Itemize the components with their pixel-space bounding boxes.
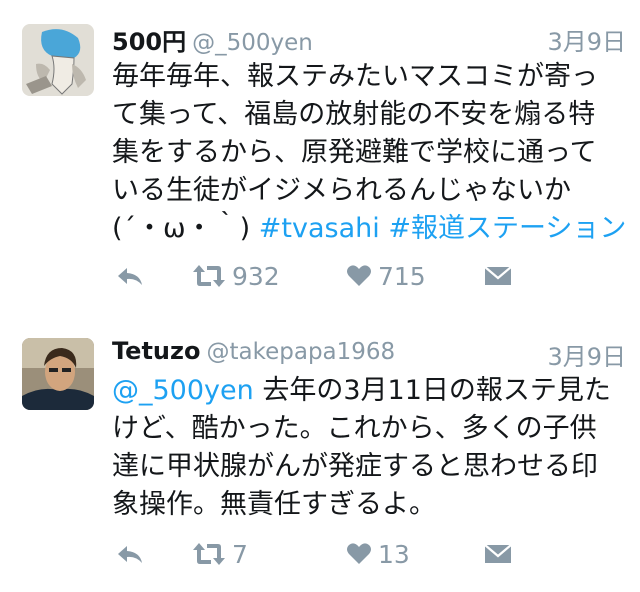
avatar[interactable] <box>22 24 94 96</box>
retweet-button[interactable]: 7 <box>192 536 248 572</box>
heart-icon <box>347 265 371 286</box>
tweet[interactable]: 500円 @_500yen 3月9日 毎年毎年、報ステみたいマスコミが寄っ て集っ… <box>0 0 640 310</box>
tweet-actions: 932 715 <box>112 258 612 294</box>
avatar-photo <box>22 338 94 410</box>
like-button[interactable]: 715 <box>346 258 426 294</box>
envelope-icon <box>484 266 512 285</box>
direct-message-button[interactable] <box>484 536 512 572</box>
tweet-date[interactable]: 3月9日 <box>547 22 626 57</box>
avatar[interactable] <box>22 338 94 410</box>
tweet-text-line: 集をするから、原発避難で学校に通って <box>112 137 597 168</box>
reply-arrow-icon <box>118 268 142 285</box>
envelope-icon <box>484 544 512 563</box>
like-count: 13 <box>378 539 410 569</box>
tweet-text-line: て集って、福島の放射能の不安を煽る特 <box>112 99 596 130</box>
tweet-text-fragment: 去年の3月11日の報ステ見た <box>262 375 611 406</box>
display-name[interactable]: Tetuzo <box>112 337 200 365</box>
tweet-header: Tetuzo @takepapa1968 3月9日 <box>112 337 626 371</box>
tweet-date[interactable]: 3月9日 <box>547 337 626 372</box>
like-count: 715 <box>378 261 426 291</box>
tweet[interactable]: Tetuzo @takepapa1968 3月9日 @_500yen 去年の3月1… <box>0 320 640 592</box>
kaomoji-text: (´・ω・｀) <box>112 213 251 244</box>
tweet-text: 毎年毎年、報ステみたいマスコミが寄っ て集って、福島の放射能の不安を煽る特 集を… <box>112 58 628 248</box>
hashtag-link[interactable]: #tvasahi <box>259 213 380 244</box>
tweet-header: 500円 @_500yen 3月9日 <box>112 22 626 56</box>
tweet-text-line: (´・ω・｀) #tvasahi #報道ステーション <box>112 210 628 248</box>
avatar-illustration <box>22 24 94 96</box>
tweet-text: @_500yen 去年の3月11日の報ステ見た けど、酷かった。これから、多くの… <box>112 372 628 524</box>
user-handle[interactable]: @takepapa1968 <box>206 339 395 365</box>
like-button[interactable]: 13 <box>346 536 410 572</box>
tweet-text-line: 達に甲状腺がんが発症すると思わせる印 <box>112 451 598 482</box>
tweet-text-line: @_500yen 去年の3月11日の報ステ見た <box>112 372 628 410</box>
tweet-text-line: 象操作。無責任すぎるよ。 <box>112 489 436 520</box>
reply-button[interactable] <box>116 258 144 294</box>
reply-button[interactable] <box>116 536 144 572</box>
mention-link[interactable]: @_500yen <box>112 375 254 406</box>
tweet-text-line: いる生徒がイジメられるんじゃないか <box>112 175 571 206</box>
tweet-actions: 7 13 <box>112 536 612 572</box>
retweet-count: 932 <box>232 261 280 291</box>
tweet-text-line: 毎年毎年、報ステみたいマスコミが寄っ <box>112 61 598 92</box>
retweet-icon <box>193 543 225 565</box>
heart-icon <box>347 543 371 564</box>
retweet-button[interactable]: 932 <box>192 258 280 294</box>
tweet-text-line: けど、酷かった。これから、多くの子供 <box>112 413 597 444</box>
direct-message-button[interactable] <box>484 258 512 294</box>
reply-arrow-icon <box>118 546 142 563</box>
user-handle[interactable]: @_500yen <box>192 30 313 56</box>
hashtag-link[interactable]: #報道ステーション <box>388 213 626 244</box>
display-name[interactable]: 500円 <box>112 28 186 56</box>
retweet-icon <box>193 265 225 287</box>
retweet-count: 7 <box>232 539 248 569</box>
